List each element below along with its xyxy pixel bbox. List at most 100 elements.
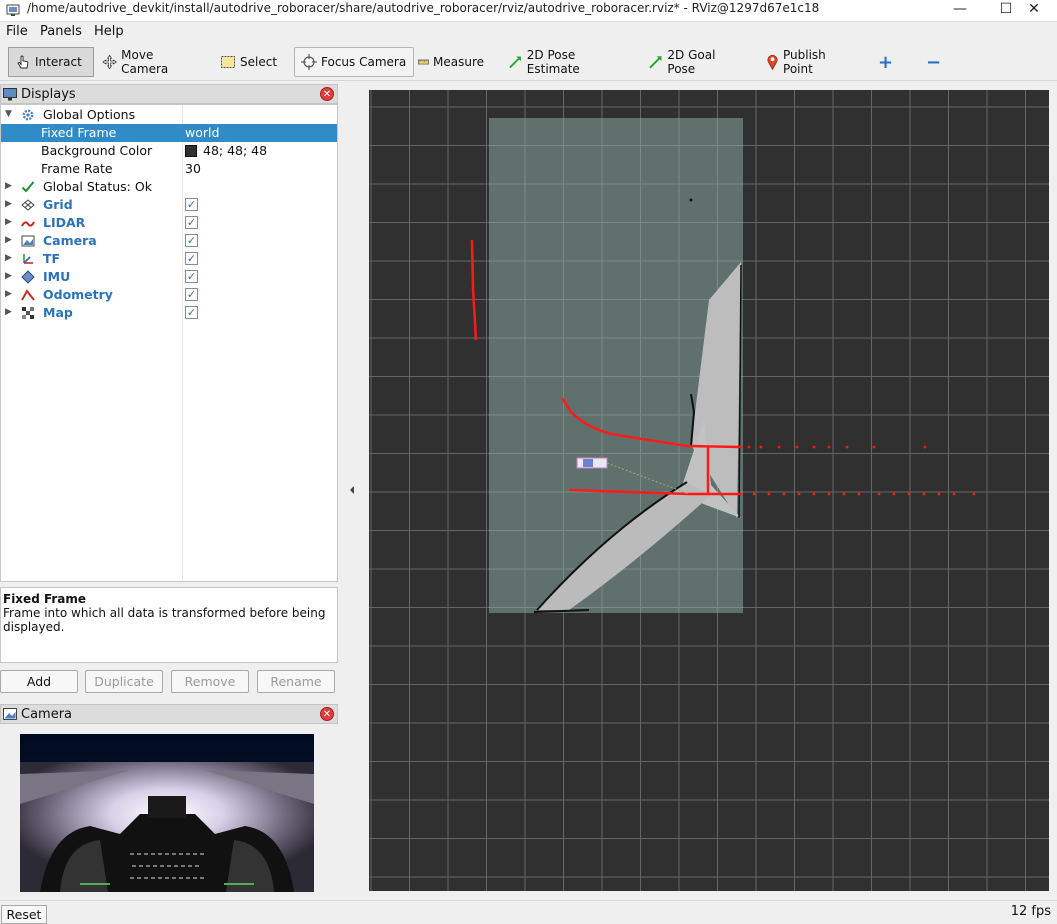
display-item-lidar[interactable]: ▶ LIDAR ✓	[1, 214, 337, 232]
window-title: /home/autodrive_devkit/install/autodrive…	[27, 1, 820, 15]
focus-target-icon	[301, 54, 317, 70]
fixed-frame-row[interactable]: Fixed Frame world	[1, 124, 337, 142]
add-display-button[interactable]: Add	[0, 670, 78, 693]
map-pin-icon	[767, 55, 778, 71]
rviz-app-icon	[6, 4, 20, 16]
close-displays-panel-button[interactable]: ✕	[320, 87, 334, 101]
camera-panel-header: Camera ✕	[0, 704, 338, 724]
background-color-value-cell[interactable]: 48; 48; 48	[185, 143, 267, 158]
displays-panel-title: Displays	[21, 86, 76, 102]
scan-point	[739, 445, 743, 449]
select-tool-button[interactable]: Select	[214, 47, 288, 77]
display-item-tf[interactable]: ▶ TF ✓	[1, 250, 337, 268]
menu-help[interactable]: Help	[94, 24, 124, 39]
move-arrows-icon	[102, 54, 117, 70]
odometry-checkbox[interactable]: ✓	[185, 288, 198, 301]
scene-canvas	[369, 90, 1049, 891]
fps-counter: 12 fps	[1010, 904, 1051, 919]
scan-point	[952, 492, 956, 496]
grid-checkbox[interactable]: ✓	[185, 198, 198, 211]
scan-point	[767, 492, 771, 496]
expand-arrow-icon[interactable]: ▶	[5, 289, 12, 299]
remove-display-button[interactable]: Remove	[171, 670, 249, 693]
interact-tool-button[interactable]: Interact	[8, 47, 94, 77]
measure-tool-button[interactable]: Measure	[412, 47, 490, 77]
menu-panels[interactable]: Panels	[40, 24, 82, 39]
lidar-icon	[21, 221, 35, 227]
expand-arrow-icon[interactable]: ▶	[5, 307, 12, 317]
focus-camera-tool-button[interactable]: Focus Camera	[294, 47, 414, 77]
pose-estimate-tool-button[interactable]: 2D Pose Estimate	[502, 47, 630, 77]
focus-camera-label: Focus Camera	[321, 55, 407, 69]
collapse-arrow-icon[interactable]: ▼	[5, 109, 12, 119]
scan-point	[877, 492, 881, 496]
tf-label: TF	[43, 251, 61, 266]
display-item-imu[interactable]: ▶ IMU ✓	[1, 268, 337, 286]
map-checkbox[interactable]: ✓	[185, 306, 198, 319]
title-bar: /home/autodrive_devkit/install/autodrive…	[0, 0, 1057, 22]
display-item-odometry[interactable]: ▶ Odometry ✓	[1, 286, 337, 304]
select-label: Select	[240, 55, 278, 69]
frame-rate-value[interactable]: 30	[185, 161, 201, 176]
tf-icon	[23, 254, 33, 264]
scan-point	[842, 492, 846, 496]
display-item-map[interactable]: ▶ Map ✓	[1, 304, 337, 322]
global-status-row[interactable]: ▶ Global Status: Ok	[1, 178, 337, 196]
expand-arrow-icon[interactable]: ▶	[5, 235, 12, 245]
imu-checkbox[interactable]: ✓	[185, 270, 198, 283]
scan-point	[795, 445, 799, 449]
menu-file[interactable]: File	[6, 24, 28, 39]
expand-arrow-icon[interactable]: ▶	[5, 199, 12, 209]
background-color-label: Background Color	[41, 143, 153, 158]
expand-arrow-icon[interactable]: ▶	[5, 181, 12, 191]
expand-arrow-icon[interactable]: ▶	[5, 271, 12, 281]
tf-checkbox[interactable]: ✓	[185, 252, 198, 265]
lidar-checkbox[interactable]: ✓	[185, 216, 198, 229]
scan-point	[845, 445, 849, 449]
hand-cursor-icon	[17, 55, 29, 69]
tool-bar: Interact Move Camera Select Focus Camera…	[0, 44, 1057, 81]
scan-point	[797, 492, 801, 496]
global-status-label: Global Status: Ok	[43, 179, 152, 194]
reset-button[interactable]: Reset	[1, 905, 47, 924]
description-text: Frame into which all data is transformed…	[3, 606, 326, 634]
close-window-button[interactable]: ✕	[1011, 0, 1057, 20]
fixed-frame-value[interactable]: world	[185, 125, 219, 140]
goal-pose-tool-button[interactable]: 2D Goal Pose	[642, 47, 750, 77]
minimize-button[interactable]: —	[937, 0, 983, 20]
remove-tool-button[interactable]: −	[920, 47, 948, 77]
frame-rate-row[interactable]: Frame Rate 30	[1, 160, 337, 178]
publish-point-tool-button[interactable]: Publish Point	[760, 47, 860, 77]
description-title: Fixed Frame	[3, 592, 87, 606]
imu-icon	[21, 270, 35, 284]
3d-render-viewport[interactable]	[369, 90, 1049, 891]
display-item-grid[interactable]: ▶ Grid ✓	[1, 196, 337, 214]
expand-arrow-icon[interactable]: ▶	[5, 253, 12, 263]
menu-bar: File Panels Help	[0, 22, 1057, 43]
panel-splitter[interactable]	[346, 84, 358, 894]
scan-point	[782, 492, 786, 496]
collapse-left-icon	[350, 486, 354, 494]
add-tool-button[interactable]: +	[872, 47, 900, 77]
background-color-row[interactable]: Background Color 48; 48; 48	[1, 142, 337, 160]
global-options-row[interactable]: ▼ Global Options	[1, 106, 337, 124]
green-arrow-icon	[649, 56, 662, 69]
monitor-icon	[3, 87, 17, 100]
displays-panel-header: Displays ✕	[0, 84, 338, 104]
imu-label: IMU	[43, 269, 71, 284]
camera-checkbox[interactable]: ✓	[185, 234, 198, 247]
camera-icon	[3, 707, 17, 720]
odometry-label: Odometry	[43, 287, 113, 302]
duplicate-display-button[interactable]: Duplicate	[85, 670, 163, 693]
fixed-frame-label: Fixed Frame	[41, 125, 117, 140]
camera-view-area	[0, 724, 338, 892]
scan-point	[857, 492, 861, 496]
expand-arrow-icon[interactable]: ▶	[5, 217, 12, 227]
rename-display-button[interactable]: Rename	[257, 670, 335, 693]
interact-label: Interact	[35, 55, 82, 69]
close-camera-panel-button[interactable]: ✕	[320, 707, 334, 721]
move-camera-tool-button[interactable]: Move Camera	[96, 47, 206, 77]
scan-point	[972, 492, 976, 496]
display-item-camera[interactable]: ▶ Camera ✓	[1, 232, 337, 250]
global-options-label: Global Options	[43, 107, 136, 122]
